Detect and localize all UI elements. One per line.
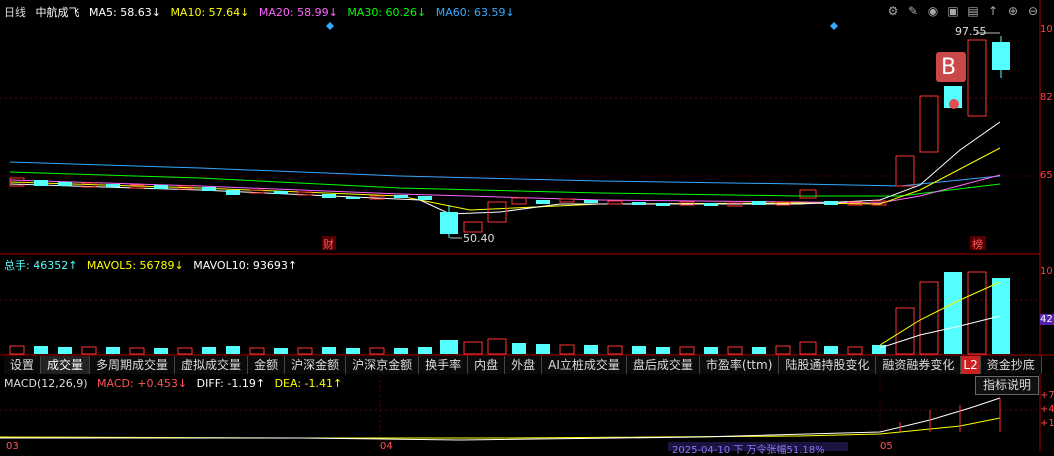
candle [58, 182, 72, 186]
macd-header: MACD(12,26,9) MACD: +0.453↓ DIFF: -1.19↑… [4, 377, 348, 390]
macd-diff-line [0, 397, 1001, 441]
diff-value: DIFF: -1.19↑ [196, 377, 266, 390]
tab-inner[interactable]: 内盘 [468, 356, 506, 374]
candle [511, 197, 527, 205]
macd-dea-line [0, 417, 1001, 439]
candle [584, 200, 598, 203]
candle [704, 203, 718, 206]
ma60-line [9, 161, 1001, 187]
candle [226, 190, 240, 195]
candle [154, 185, 168, 189]
indicator-tabs: 设置 成交量 多周期成交量 虚拟成交量 金额 沪深金额 沪深京金额 换手率 内盘… [4, 356, 1042, 374]
tab-hk-connect[interactable]: 陆股通持股变化 [779, 356, 877, 374]
volume-axis-label: 42 [1040, 314, 1054, 325]
tab-after-hours-volume[interactable]: 盘后成交量 [626, 356, 700, 374]
tab-multi-period-volume[interactable]: 多周期成交量 [90, 356, 176, 374]
volume-header: 总手: 46352↑ MAVOL5: 56789↓ MAVOL10: 93693… [4, 257, 303, 273]
volume-total: 总手: 46352↑ [4, 259, 78, 272]
candle [559, 198, 575, 203]
candle [607, 200, 623, 205]
volume-bars [9, 271, 1010, 355]
tab-settings[interactable]: 设置 [4, 356, 42, 374]
ma5-line [9, 121, 1001, 215]
date-tooltip: 2025-04-10 下 万令张幅51.18% [672, 445, 825, 456]
price-axis-low: 65 [1040, 170, 1053, 181]
candle [34, 180, 48, 186]
tab-hsj-amount[interactable]: 沪深京金额 [346, 356, 420, 374]
macd-name: MACD(12,26,9) [4, 377, 88, 390]
volume-axis-top: 10 [1040, 266, 1053, 277]
candle [202, 187, 216, 191]
mavol10-value: MAVOL10: 93693↑ [193, 259, 298, 272]
high-price-label: 97.55 [955, 25, 987, 38]
candle [418, 196, 432, 200]
date-axis-03: 03 [6, 441, 19, 452]
candle [463, 221, 483, 233]
candle [895, 155, 915, 187]
cai-marker[interactable]: 财 [323, 236, 334, 252]
candle [632, 202, 646, 205]
candle [106, 184, 120, 187]
candle [536, 200, 550, 204]
price-axis-mid: 82 [1040, 92, 1053, 103]
tab-margin[interactable]: 融资融券变化 [876, 356, 962, 374]
tab-volume[interactable]: 成交量 [41, 356, 91, 374]
candle [967, 39, 987, 117]
macd-value: MACD: +0.453↓ [97, 377, 188, 390]
tab-ai-volume[interactable]: AI立桩成交量 [542, 356, 627, 374]
price-axis-top: 10 [1040, 24, 1053, 35]
date-axis-05: 05 [880, 441, 893, 452]
date-axis-04: 04 [380, 441, 393, 452]
macd-axis-mid: +4 [1040, 404, 1054, 415]
event-marker [830, 22, 838, 30]
macd-axis-top: +7 [1040, 390, 1054, 401]
tab-turnover[interactable]: 换手率 [419, 356, 469, 374]
candle [394, 195, 408, 198]
candle [322, 194, 336, 198]
indicator-help-button[interactable]: 指标说明 [975, 376, 1039, 395]
macd-axis-low: +1 [1040, 418, 1054, 429]
tab-l2-badge[interactable]: L2 [961, 356, 981, 374]
tab-capital-bottom[interactable]: 资金抄底 [980, 356, 1042, 374]
tab-amount[interactable]: 金额 [248, 356, 286, 374]
tab-outer[interactable]: 外盘 [505, 356, 543, 374]
mavol5-value: MAVOL5: 56789↓ [86, 259, 184, 272]
dea-value: DEA: -1.41↑ [274, 377, 343, 390]
low-price-label: 50.40 [463, 232, 495, 245]
candle [799, 189, 817, 199]
candle [249, 189, 265, 194]
tab-pe-ttm[interactable]: 市盈率(ttm) [699, 356, 780, 374]
buy-dot [949, 99, 959, 109]
event-marker [326, 22, 334, 30]
candle [919, 95, 939, 153]
candle [656, 203, 670, 206]
candle [824, 201, 838, 205]
tab-hs-amount[interactable]: 沪深金额 [285, 356, 347, 374]
tab-virtual-volume[interactable]: 虚拟成交量 [175, 356, 249, 374]
buy-marker-label[interactable]: B [941, 55, 956, 80]
candle [346, 197, 360, 199]
candle [274, 191, 288, 194]
bang-marker[interactable]: 榜 [972, 236, 983, 252]
candle [297, 191, 313, 196]
candle [752, 201, 766, 205]
